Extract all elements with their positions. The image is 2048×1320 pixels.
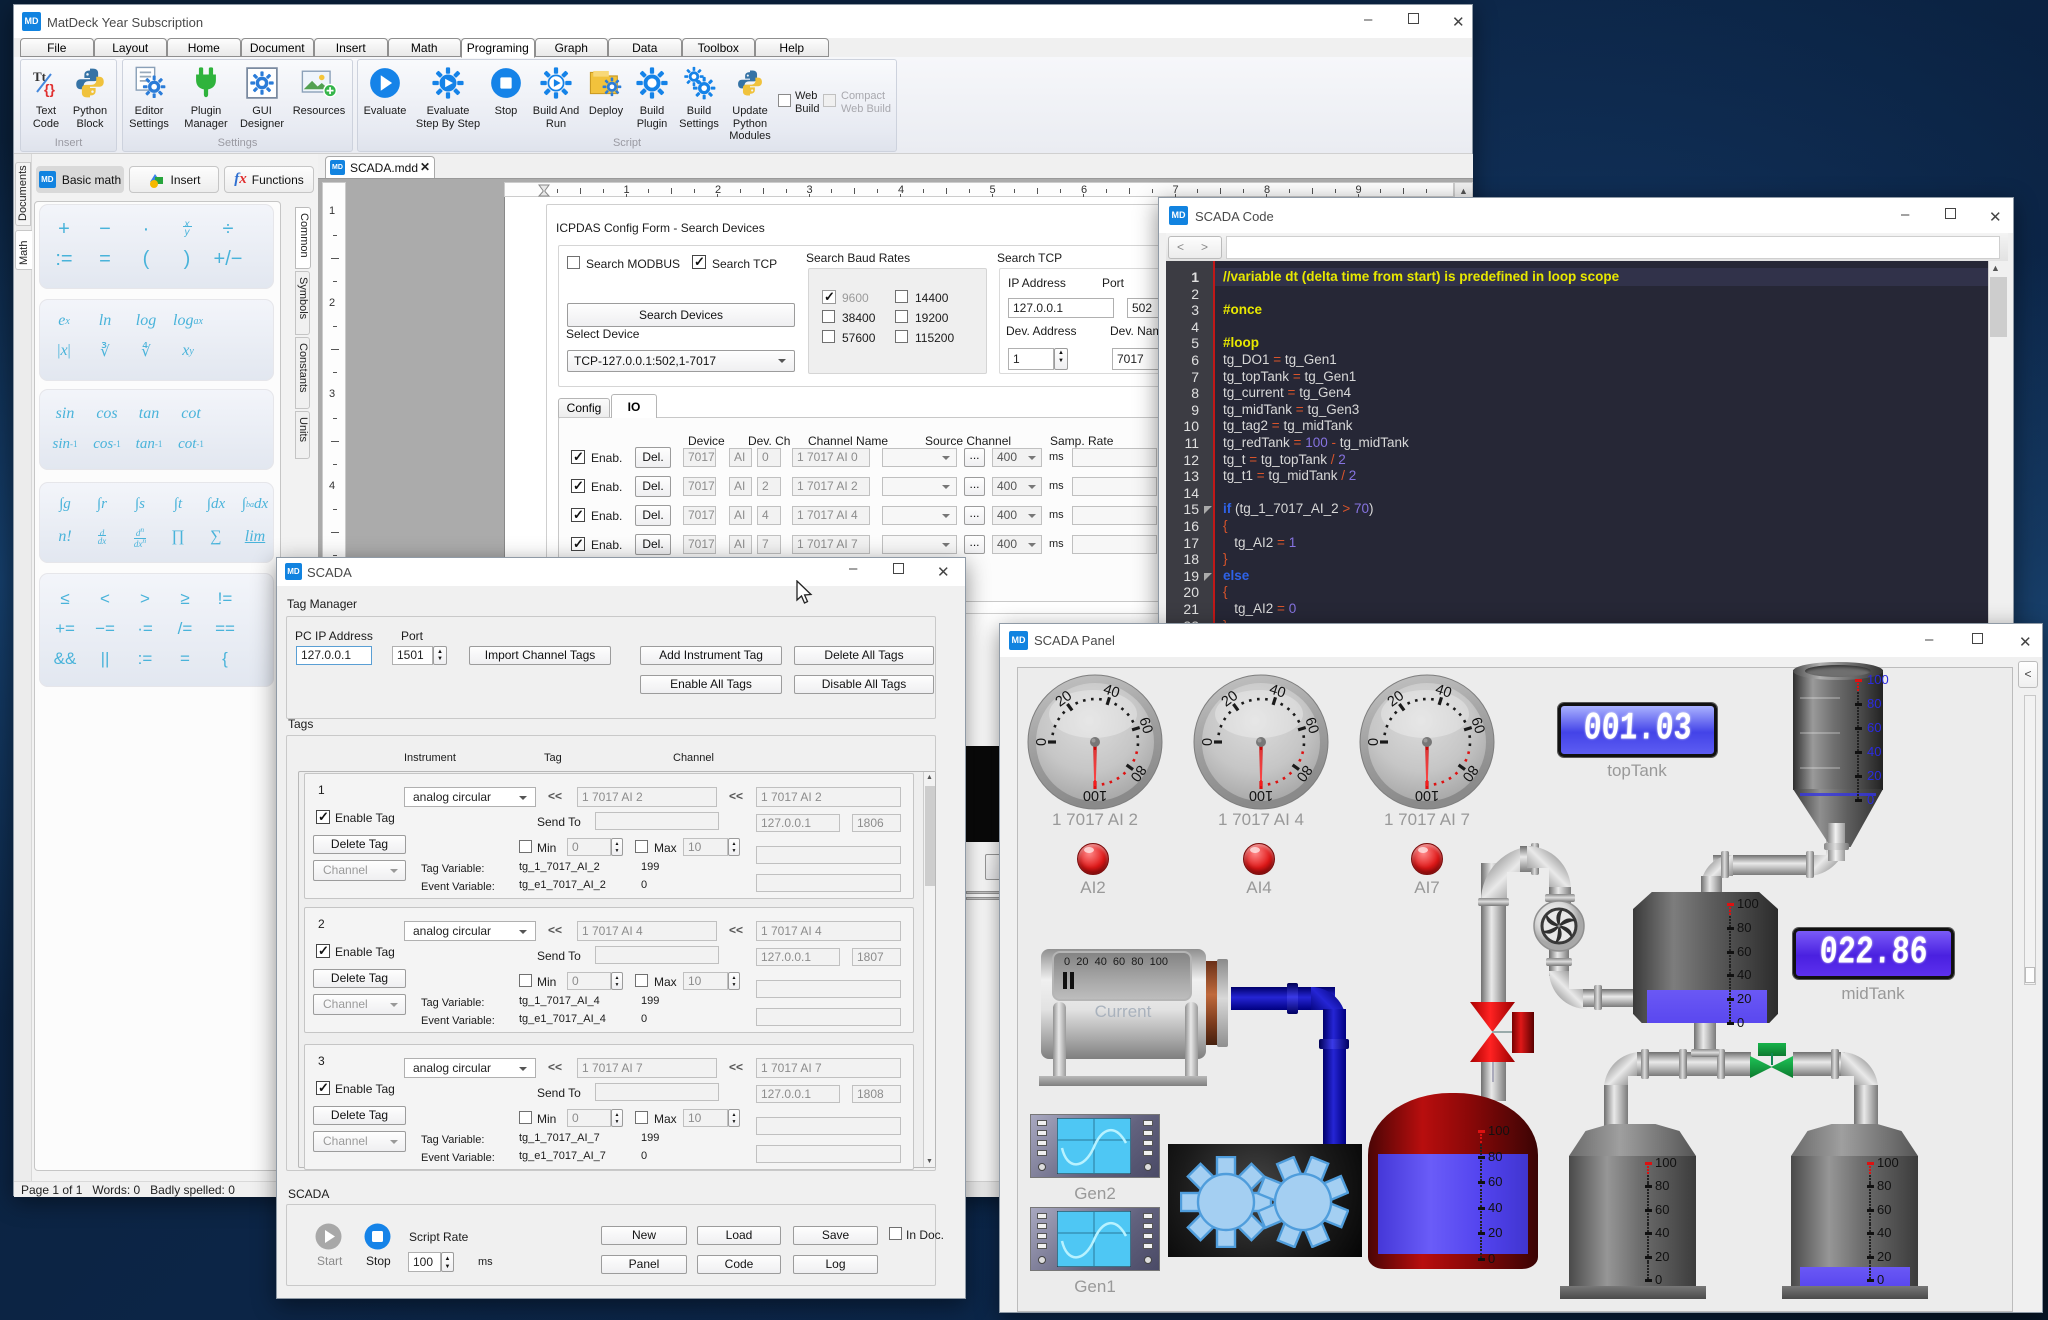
- svg-text:0: 0: [1366, 738, 1382, 746]
- svg-text:0: 0: [1034, 738, 1050, 746]
- svg-text:100: 100: [1415, 787, 1439, 803]
- svg-text:0: 0: [1200, 738, 1216, 746]
- svg-text:100: 100: [1249, 787, 1273, 803]
- svg-text:100: 100: [1083, 787, 1107, 803]
- svg-text:{}: {}: [44, 81, 55, 97]
